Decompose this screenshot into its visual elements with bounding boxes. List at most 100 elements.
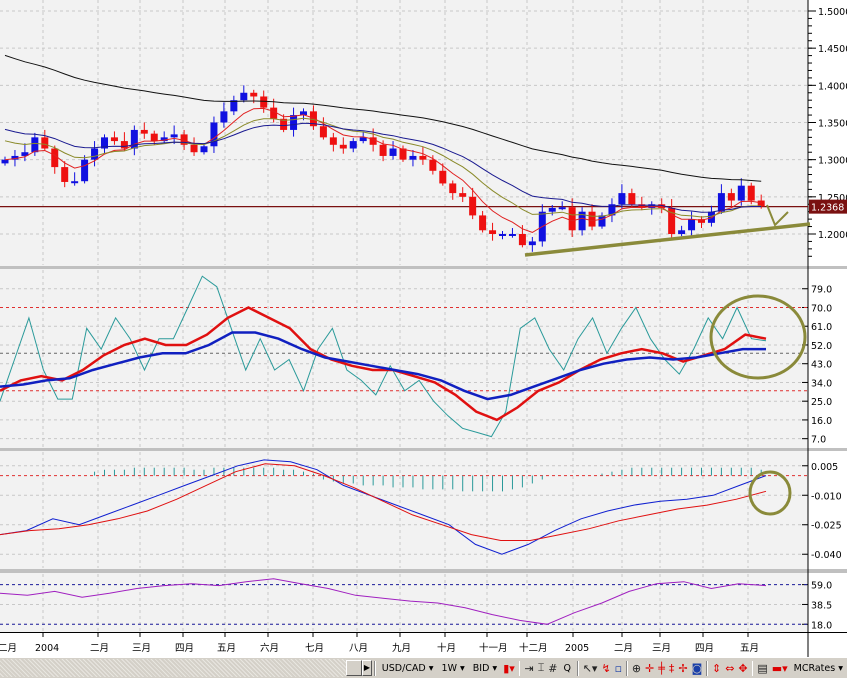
candle-down	[379, 144, 387, 156]
axis-label: 70.0	[811, 303, 832, 314]
separator	[751, 660, 754, 676]
price-label: 1.4500	[818, 44, 847, 55]
candle-up	[389, 148, 397, 156]
candle-up	[678, 230, 686, 234]
time-label: 四月	[695, 643, 714, 654]
candle-up	[598, 215, 606, 227]
axis-label: 7.0	[811, 435, 826, 446]
zoom-reset-icon[interactable]: ◙	[690, 660, 705, 676]
candle-down	[260, 96, 268, 108]
price-label: 1.3500	[818, 118, 847, 129]
candle-up	[240, 92, 248, 101]
candle-down	[110, 137, 118, 142]
candle-up	[200, 146, 208, 153]
separator	[577, 660, 579, 676]
symbol-dropdown[interactable]: USD/CAD ▾	[378, 660, 438, 676]
axis-label: 59.0	[811, 581, 832, 592]
candle-down	[419, 155, 427, 160]
axis-label: 18.0	[811, 620, 832, 631]
grid-icon[interactable]: #	[546, 660, 559, 676]
candle-down	[479, 215, 487, 231]
candle-down	[469, 196, 477, 216]
axis-label: 43.0	[811, 360, 832, 371]
price-label: 1.5000	[818, 7, 847, 18]
time-label: 二月	[0, 643, 17, 654]
objects-icon[interactable]: ▫	[613, 660, 624, 676]
vline-icon[interactable]: ‡	[667, 660, 677, 676]
chart-area[interactable]: 二月 2004 二月 三月 四月 五月 六月 七月 八月 九月 十月 十一月 十二月 2005 二月 三月 四月…	[0, 0, 847, 657]
candle-down	[250, 92, 258, 97]
candle-up	[81, 159, 89, 182]
price-type-dropdown[interactable]: BID ▾	[469, 660, 501, 676]
panel-separator	[0, 266, 847, 269]
candle-down	[150, 133, 158, 142]
candle-down	[449, 183, 457, 194]
separator	[706, 660, 708, 676]
horizontal-scale-icon[interactable]: ⇔	[723, 660, 736, 676]
last-price-label: 1.2368	[811, 203, 844, 214]
time-label: 九月	[392, 642, 411, 654]
zoom-icon[interactable]: ⊕	[630, 660, 643, 676]
time-label: 2005	[565, 643, 589, 654]
candle-down	[628, 193, 636, 205]
axis-label: 25.0	[811, 397, 832, 408]
time-label: 六月	[260, 642, 279, 654]
fit-icon[interactable]: ⌶	[536, 660, 547, 676]
scroll-end-icon[interactable]: ⇥	[522, 660, 535, 676]
candle-style-icon[interactable]: ▮▾	[501, 660, 517, 676]
candle-down	[439, 170, 447, 184]
candle-down	[429, 159, 437, 171]
crosshair-icon[interactable]: ✛	[643, 660, 656, 676]
scrollbar-thumb[interactable]	[346, 660, 362, 676]
separator	[626, 660, 628, 676]
scale-icon[interactable]: ✥	[736, 660, 749, 676]
candle-down	[319, 126, 327, 138]
axis-label: 16.0	[811, 416, 832, 427]
candle-up	[349, 141, 357, 149]
draw-tools-icon[interactable]: ↯	[599, 660, 612, 676]
time-label: 二月	[90, 643, 109, 654]
toolbar: ▶ USD/CAD ▾ 1W ▾ BID ▾ ▮▾ ⇥ ⌶ # Q ↖▾ ↯ ▫…	[0, 657, 847, 678]
provider-dropdown[interactable]: MCRates ▾	[790, 660, 847, 676]
plot-background	[0, 0, 808, 632]
time-label: 二月	[614, 643, 633, 654]
time-label: 八月	[349, 643, 368, 654]
time-label: 四月	[175, 643, 194, 654]
candle-up	[220, 111, 228, 123]
time-label: 三月	[652, 643, 671, 654]
vertical-scale-icon[interactable]: ⇕	[710, 660, 723, 676]
candle-down	[339, 144, 347, 149]
panel-separator	[0, 448, 847, 451]
time-label: 三月	[132, 643, 151, 654]
candle-up	[737, 185, 745, 201]
time-label: 七月	[305, 643, 324, 654]
price-label: 1.2000	[818, 230, 847, 241]
cursor-icon[interactable]: ↖▾	[581, 660, 600, 676]
quote-button[interactable]: Q	[560, 660, 575, 676]
axis-label: -0.040	[811, 550, 842, 561]
candle-up	[91, 148, 99, 160]
timeframe-dropdown[interactable]: 1W ▾	[438, 660, 469, 676]
candle-up	[409, 155, 417, 160]
scroll-right-button[interactable]: ▶	[361, 660, 373, 676]
candle-down	[329, 137, 337, 145]
template-icon[interactable]: ▤	[755, 660, 769, 676]
axis-label: 0.005	[811, 462, 838, 473]
axis-label: 52.0	[811, 341, 832, 352]
candle-down	[270, 107, 278, 119]
toolbar-spacer	[0, 659, 347, 677]
candle-up	[1, 159, 9, 164]
marker-icon[interactable]: ✢	[676, 660, 689, 676]
candle-down	[61, 167, 69, 182]
candle-up	[508, 233, 516, 236]
candle-down	[51, 148, 59, 168]
candle-down	[459, 193, 467, 197]
axis-label: -0.025	[811, 521, 842, 532]
candle-up	[210, 122, 218, 147]
hline-icon[interactable]: ╪	[656, 660, 667, 676]
time-label: 十二月	[519, 642, 548, 654]
color-icon[interactable]: ▬▾	[770, 660, 790, 676]
candle-down	[588, 211, 596, 227]
separator	[518, 660, 521, 676]
candle-down	[747, 185, 755, 201]
